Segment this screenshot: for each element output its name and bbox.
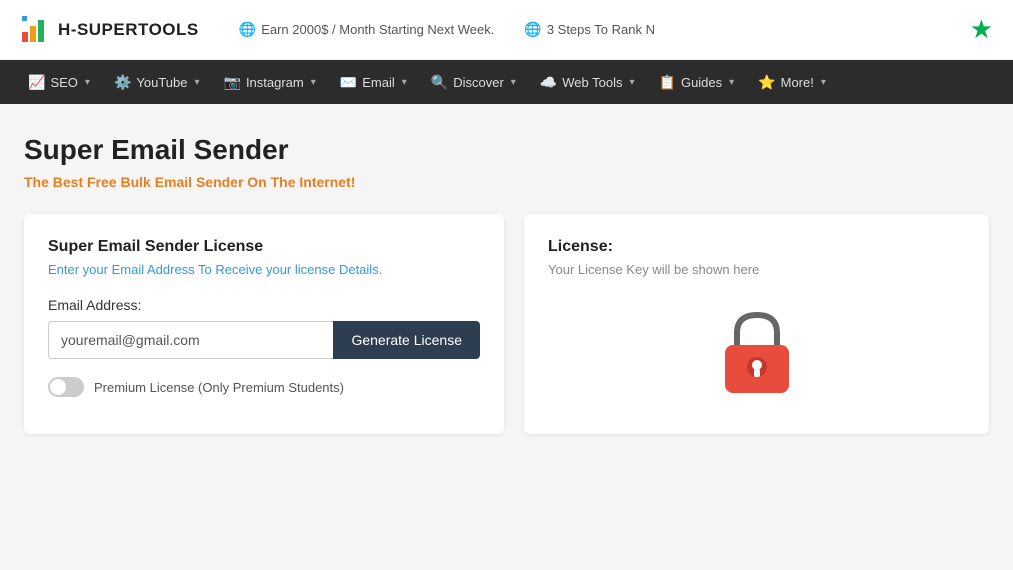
instagram-chevron: ▾ [311, 77, 316, 88]
seo-chevron: ▾ [85, 77, 90, 88]
promo-text-1: Earn 2000$ / Month Starting Next Week. [261, 22, 494, 37]
license-display-card: License: Your License Key will be shown … [524, 214, 989, 434]
license-key-placeholder: Your License Key will be shown here [548, 262, 965, 277]
nav-label-more: More! [781, 75, 814, 90]
promo-link-2[interactable]: 🌐 3 Steps To Rank N [524, 21, 655, 38]
nav-label-seo: SEO [50, 75, 77, 90]
nav-item-seo[interactable]: 📈 SEO ▾ [16, 60, 102, 104]
nav-label-instagram: Instagram [246, 75, 304, 90]
nav-item-instagram[interactable]: 📷 Instagram ▾ [212, 60, 328, 104]
nav-label-youtube: YouTube [136, 75, 187, 90]
more-icon: ⭐ [758, 74, 775, 91]
seo-icon: 📈 [28, 74, 45, 91]
globe-icon-2: 🌐 [524, 21, 541, 38]
email-input[interactable] [48, 321, 333, 359]
nav-item-more[interactable]: ⭐ More! ▾ [746, 60, 838, 104]
logo-icon [20, 14, 52, 46]
globe-icon-1: 🌐 [239, 21, 256, 38]
guides-chevron: ▾ [729, 77, 734, 88]
more-chevron: ▾ [821, 77, 826, 88]
nav-label-discover: Discover [453, 75, 504, 90]
webtools-chevron: ▾ [629, 77, 634, 88]
email-nav-icon: ✉️ [340, 74, 357, 91]
promo-link-1[interactable]: 🌐 Earn 2000$ / Month Starting Next Week. [239, 21, 495, 38]
logo[interactable]: H-SUPERTOOLS [20, 14, 199, 46]
generate-license-button[interactable]: Generate License [333, 321, 480, 359]
guides-icon: 📋 [659, 74, 676, 91]
nav-item-youtube[interactable]: ⚙️ YouTube ▾ [102, 60, 212, 104]
discover-chevron: ▾ [511, 77, 516, 88]
license-form-card: Super Email Sender License Enter your Em… [24, 214, 504, 434]
email-input-row: Generate License [48, 321, 480, 359]
star-button[interactable]: ★ [970, 14, 993, 45]
premium-toggle[interactable] [48, 377, 84, 397]
promo-text-2: 3 Steps To Rank N [547, 22, 655, 37]
youtube-chevron: ▾ [194, 77, 199, 88]
instagram-icon: 📷 [224, 74, 241, 91]
discover-icon: 🔍 [431, 74, 448, 91]
premium-toggle-row: Premium License (Only Premium Students) [48, 377, 480, 397]
youtube-icon: ⚙️ [114, 74, 131, 91]
topbar-links: 🌐 Earn 2000$ / Month Starting Next Week.… [239, 21, 970, 38]
email-chevron: ▾ [402, 77, 407, 88]
nav-label-email: Email [362, 75, 395, 90]
logo-text: H-SUPERTOOLS [58, 20, 199, 40]
form-card-subtitle: Enter your Email Address To Receive your… [48, 262, 480, 277]
toggle-knob [50, 379, 66, 395]
form-card-title: Super Email Sender License [48, 238, 480, 256]
page-title: Super Email Sender [24, 134, 989, 166]
premium-toggle-label: Premium License (Only Premium Students) [94, 380, 344, 395]
webtools-icon: ☁️ [540, 74, 557, 91]
cards-row: Super Email Sender License Enter your Em… [24, 214, 989, 434]
navbar: 📈 SEO ▾ ⚙️ YouTube ▾ 📷 Instagram ▾ ✉️ Em… [0, 60, 1013, 104]
lock-icon [717, 309, 797, 399]
license-card-title: License: [548, 238, 965, 256]
topbar: H-SUPERTOOLS 🌐 Earn 2000$ / Month Starti… [0, 0, 1013, 60]
main-content: Super Email Sender The Best Free Bulk Em… [0, 104, 1013, 464]
nav-item-email[interactable]: ✉️ Email ▾ [328, 60, 419, 104]
nav-label-webtools: Web Tools [562, 75, 622, 90]
lock-container [548, 297, 965, 410]
page-subtitle: The Best Free Bulk Email Sender On The I… [24, 174, 989, 190]
nav-label-guides: Guides [681, 75, 722, 90]
nav-item-guides[interactable]: 📋 Guides ▾ [647, 60, 747, 104]
nav-item-webtools[interactable]: ☁️ Web Tools ▾ [528, 60, 647, 104]
email-field-label: Email Address: [48, 297, 480, 313]
nav-item-discover[interactable]: 🔍 Discover ▾ [419, 60, 528, 104]
